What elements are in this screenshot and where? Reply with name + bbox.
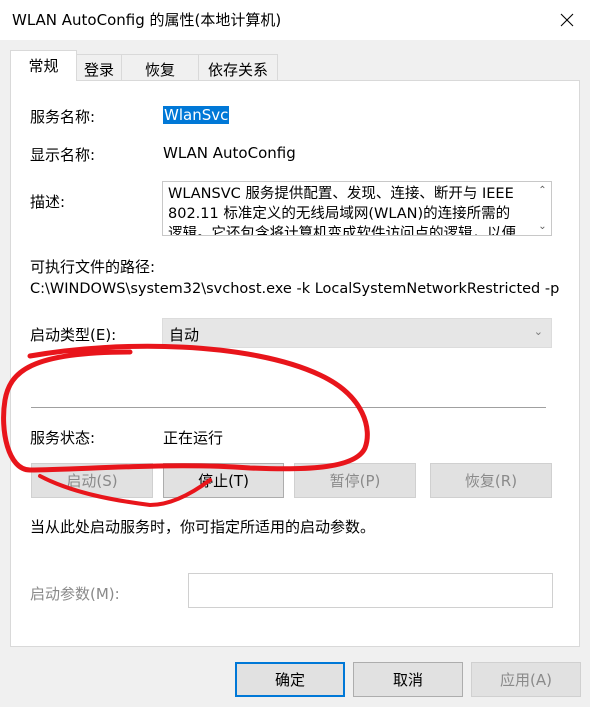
description-text: WLANSVC 服务提供配置、发现、连接、断开与 IEEE 802.11 标准定…: [168, 186, 516, 236]
properties-window: WLAN AutoConfig 的属性(本地计算机) 常规 登录 恢复 依存关系…: [0, 0, 590, 707]
tab-label: 恢复: [144, 61, 175, 79]
cancel-button[interactable]: 取消: [353, 662, 463, 697]
pause-button-label: 暂停(P): [329, 472, 381, 490]
ok-button-label: 确定: [274, 671, 305, 689]
start-params-label: 启动参数(M):: [30, 585, 120, 603]
window-title: WLAN AutoConfig 的属性(本地计算机): [12, 11, 282, 29]
startup-type-value: 自动: [169, 326, 200, 344]
service-name-label: 服务名称:: [30, 108, 96, 126]
stop-button[interactable]: 停止(T): [163, 463, 284, 498]
close-button[interactable]: [544, 0, 590, 40]
start-button[interactable]: 启动(S): [31, 463, 153, 498]
scroll-down-icon[interactable]: ⌄: [538, 221, 546, 232]
cancel-button-label: 取消: [392, 671, 423, 689]
tab-general[interactable]: 常规: [10, 50, 77, 81]
path-label: 可执行文件的路径:: [30, 258, 156, 276]
display-name-label: 显示名称:: [30, 146, 96, 164]
general-tab-panel: 服务名称: WlanSvc 显示名称: WLAN AutoConfig 描述: …: [10, 80, 580, 647]
display-name-value: WLAN AutoConfig: [163, 144, 296, 162]
scroll-up-icon[interactable]: ⌃: [538, 185, 546, 196]
startup-type-label: 启动类型(E):: [30, 326, 117, 344]
resume-button-label: 恢复(R): [464, 472, 518, 490]
tab-logon[interactable]: 登录: [76, 54, 122, 81]
stop-button-label: 停止(T): [198, 472, 249, 490]
tab-label: 登录: [83, 61, 114, 79]
apply-button-label: 应用(A): [500, 671, 552, 689]
divider: [31, 407, 546, 408]
resume-button[interactable]: 恢复(R): [430, 463, 552, 498]
start-params-hint: 当从此处启动服务时，你可指定所适用的启动参数。: [30, 518, 376, 536]
service-status-label: 服务状态:: [30, 429, 96, 447]
description-box[interactable]: WLANSVC 服务提供配置、发现、连接、断开与 IEEE 802.11 标准定…: [162, 181, 552, 236]
start-button-label: 启动(S): [66, 472, 118, 490]
tab-recovery[interactable]: 恢复: [121, 54, 199, 81]
close-icon: [560, 13, 574, 27]
start-params-input[interactable]: [188, 573, 553, 608]
service-name-value[interactable]: WlanSvc: [163, 106, 230, 124]
tab-dependencies[interactable]: 依存关系: [198, 54, 278, 81]
chevron-down-icon: ⌄: [533, 325, 543, 338]
description-scrollbar[interactable]: ⌃ ⌄: [534, 182, 551, 235]
description-label: 描述:: [30, 193, 66, 211]
path-value: C:\WINDOWS\system32\svchost.exe -k Local…: [30, 281, 560, 297]
tab-label: 常规: [28, 57, 59, 75]
apply-button[interactable]: 应用(A): [471, 662, 581, 697]
service-status-value: 正在运行: [163, 429, 224, 447]
startup-type-select[interactable]: 自动 ⌄: [162, 318, 552, 348]
ok-button[interactable]: 确定: [235, 662, 345, 697]
title-bar: WLAN AutoConfig 的属性(本地计算机): [0, 0, 590, 40]
tab-label: 依存关系: [207, 61, 268, 79]
pause-button[interactable]: 暂停(P): [294, 463, 416, 498]
